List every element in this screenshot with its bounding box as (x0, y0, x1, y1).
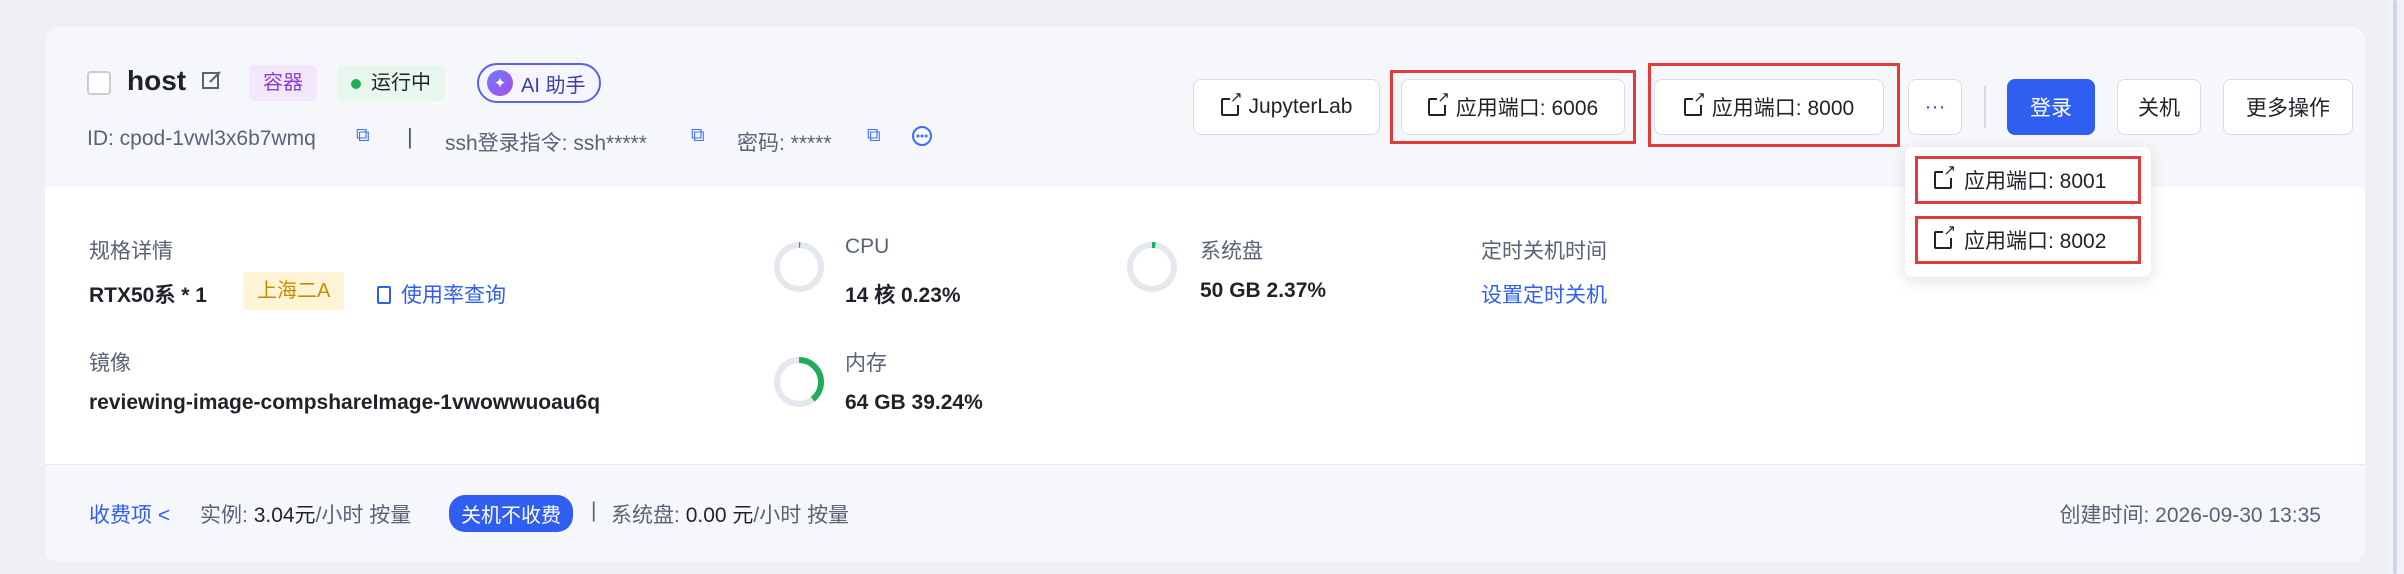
region-tag: 上海二A (243, 272, 345, 310)
scheduled-shutdown-label: 定时关机时间 (1481, 240, 1607, 263)
spec-label: 规格详情 (89, 240, 173, 263)
disk-label: 系统盘 (1200, 240, 1263, 263)
external-link-icon (1683, 90, 1706, 116)
disk-usage-ring (1127, 242, 1177, 292)
instance-card: host 容器 运行中 ✦ AI 助手 ID: cpod-1vwl3x6b7wm… (45, 27, 2365, 562)
ai-assistant-button[interactable]: ✦ AI 助手 (477, 63, 602, 103)
type-tag: 容器 (249, 65, 317, 101)
port-8002-item[interactable]: 应用端口: 8002 (1915, 216, 2141, 264)
created-time: 创建时间: 2026-09-30 13:35 (2059, 504, 2321, 527)
ports-dropdown: 应用端口: 8001 应用端口: 8002 (1905, 147, 2151, 277)
copy-id-icon[interactable]: ⧉ (356, 125, 370, 147)
set-scheduled-shutdown-link[interactable]: 设置定时关机 (1481, 279, 1607, 309)
usage-query-link[interactable]: 使用率查询 (377, 279, 506, 309)
select-checkbox[interactable] (87, 71, 111, 95)
actions-divider (1984, 86, 1986, 128)
memory-value: 64 GB 39.24% (845, 391, 983, 414)
copy-ssh-icon[interactable]: ⧉ (691, 125, 705, 147)
usage-query-label: 使用率查询 (401, 284, 506, 307)
cpu-value: 14 核 0.23% (845, 284, 961, 307)
status-dot-icon (351, 78, 361, 89)
port-8000-label: 应用端口: 8000 (1711, 97, 1855, 120)
edit-name-icon[interactable] (201, 69, 223, 96)
billing-instance-label: 实例: (200, 504, 248, 527)
meta-divider: | (407, 124, 413, 149)
external-link-icon (1934, 223, 1956, 249)
port-8000-button[interactable]: 应用端口: 8000 (1654, 79, 1884, 135)
jupyterlab-button[interactable]: JupyterLab (1193, 79, 1380, 135)
port-8001-label: 应用端口: 8001 (1964, 170, 2107, 193)
port-6006-label: 应用端口: 6006 (1455, 97, 1599, 120)
memory-usage-ring (774, 357, 824, 407)
port-8001-item[interactable]: 应用端口: 8001 (1915, 156, 2141, 204)
instance-name: host (127, 65, 187, 96)
login-button[interactable]: 登录 (2007, 79, 2095, 135)
billing-toggle[interactable]: 收费项 < (89, 499, 170, 529)
more-info-icon[interactable] (911, 125, 933, 152)
image-value: reviewing-image-compshareImage-1vwowwuoa… (89, 391, 601, 414)
gpu-spec: RTX50系 * 1 (89, 284, 207, 307)
status-badge: 运行中 (337, 65, 445, 101)
ssh-command: ssh登录指令: ssh***** (445, 132, 647, 155)
port-6006-button[interactable]: 应用端口: 6006 (1401, 79, 1625, 135)
disk-value: 50 GB 2.37% (1200, 279, 1327, 302)
external-link-icon (1220, 90, 1243, 116)
password-text: 密码: ***** (737, 132, 832, 155)
document-icon (377, 286, 391, 304)
billing-divider: | (591, 499, 597, 522)
cpu-label: CPU (845, 235, 890, 258)
page-scrollbar[interactable] (2390, 0, 2404, 574)
shutdown-button[interactable]: 关机 (2117, 79, 2201, 135)
no-charge-when-off-badge: 关机不收费 (449, 495, 573, 532)
more-operations-button[interactable]: 更多操作 (2223, 79, 2353, 135)
billing-instance-price: 3.04元 (253, 504, 316, 527)
memory-label: 内存 (845, 352, 887, 375)
billing-disk: 系统盘: 0.00 元/小时 按量 (611, 499, 849, 529)
billing-disk-label: 系统盘: (611, 504, 680, 527)
billing-disk-unit: /小时 按量 (753, 504, 850, 527)
ai-sparkle-icon: ✦ (487, 70, 513, 96)
jupyterlab-label: JupyterLab (1248, 95, 1353, 118)
cpu-usage-ring (774, 242, 824, 292)
copy-password-icon[interactable]: ⧉ (867, 125, 881, 147)
instance-id: ID: cpod-1vwl3x6b7wmq (87, 127, 316, 150)
external-link-icon (1934, 163, 1956, 189)
image-label: 镜像 (89, 352, 131, 375)
more-ports-button[interactable]: ··· (1908, 79, 1962, 135)
external-link-icon (1427, 90, 1450, 116)
billing-instance-unit: /小时 按量 (315, 504, 412, 527)
port-8002-label: 应用端口: 8002 (1964, 230, 2107, 253)
status-text: 运行中 (371, 72, 431, 94)
ai-assistant-label: AI 助手 (521, 74, 586, 97)
billing-instance: 实例: 3.04元/小时 按量 (200, 499, 411, 529)
billing-disk-price: 0.00 元 (685, 504, 754, 527)
